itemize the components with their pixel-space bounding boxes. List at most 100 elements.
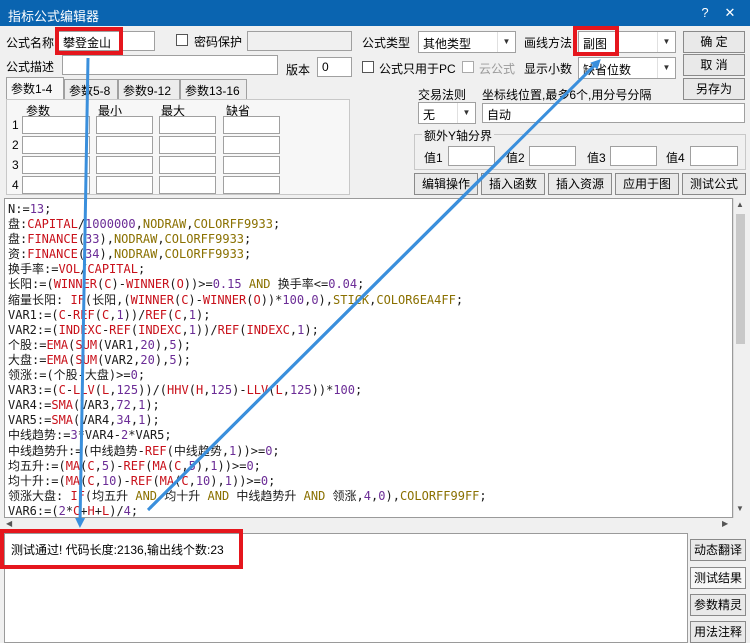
- scroll-left-icon[interactable]: ◀: [6, 519, 12, 528]
- param-row-number: 2: [12, 138, 19, 152]
- chevron-down-icon: ▼: [657, 58, 675, 78]
- close-icon[interactable]: ✕: [722, 5, 738, 21]
- tab-params-9-12[interactable]: 参数9-12: [118, 79, 180, 99]
- cloud-label: 云公式: [479, 62, 516, 76]
- highlight-formula-name: [55, 27, 123, 55]
- scroll-right-icon[interactable]: ▶: [722, 519, 728, 528]
- edit-ops-button[interactable]: 编辑操作: [414, 173, 478, 195]
- decimals-select[interactable]: 缺省位数 ▼: [578, 57, 676, 79]
- cloud-checkbox[interactable]: [462, 61, 474, 73]
- chevron-down-icon: ▼: [657, 32, 675, 52]
- pc-only-label: 公式只用于PC: [379, 62, 456, 76]
- scroll-up-icon[interactable]: ▲: [736, 200, 744, 209]
- scroll-thumb[interactable]: [736, 214, 745, 344]
- param-max-input[interactable]: [159, 176, 216, 194]
- param-name-input[interactable]: [22, 136, 90, 154]
- extra-y-input-3[interactable]: [610, 146, 657, 166]
- param-max-input[interactable]: [159, 156, 216, 174]
- code-line: 盘:FINANCE(33),NODRAW,COLORFF9933;: [8, 232, 252, 247]
- code-line: VAR4:=SMA(VAR3,72,1);: [8, 398, 160, 413]
- param-default-input[interactable]: [223, 156, 280, 174]
- param-min-input[interactable]: [96, 176, 153, 194]
- param-default-input[interactable]: [223, 176, 280, 194]
- code-line: VAR6:=(2*C+H+L)/4;: [8, 503, 139, 518]
- axis-position-label: 坐标线位置,最多6个,用分号分隔: [482, 88, 652, 102]
- param-default-input[interactable]: [223, 136, 280, 154]
- param-default-input[interactable]: [223, 116, 280, 134]
- test-result-button[interactable]: 测试结果: [690, 567, 746, 589]
- pc-only-checkbox[interactable]: [362, 61, 374, 73]
- param-name-input[interactable]: [22, 156, 90, 174]
- formula-name-label: 公式名称: [6, 36, 55, 50]
- code-editor[interactable]: N:=13; 盘:CAPITAL/1000000,NODRAW,COLORFF99…: [4, 198, 733, 518]
- title-bar: 指标公式编辑器 ? ✕: [0, 0, 750, 26]
- code-line: 换手率:=VOL/CAPITAL;: [8, 262, 146, 277]
- trade-rule-select[interactable]: 无 ▼: [418, 102, 476, 124]
- usage-notes-button[interactable]: 用法注释: [690, 621, 746, 643]
- highlight-draw-method: [573, 26, 619, 56]
- code-line: 中线趋势升:=(中线趋势-REF(中线趋势,1))>=0;: [8, 443, 280, 458]
- param-min-input[interactable]: [96, 156, 153, 174]
- test-formula-button[interactable]: 测试公式: [682, 173, 746, 195]
- password-input[interactable]: [247, 31, 352, 51]
- extra-y-label-1: 值1: [424, 151, 443, 165]
- param-row-number: 1: [12, 118, 19, 132]
- draw-method-label: 画线方法: [524, 36, 573, 50]
- code-line: VAR1:=(C-REF(C,1))/REF(C,1);: [8, 307, 211, 322]
- scroll-down-icon[interactable]: ▼: [736, 504, 744, 513]
- extra-y-input-1[interactable]: [448, 146, 495, 166]
- code-line: 大盘:=EMA(SUM(VAR2,20),5);: [8, 352, 192, 367]
- code-line: 均五升:=(MA(C,5)-REF(MA(C,5),1))>=0;: [8, 458, 261, 473]
- apply-to-chart-button[interactable]: 应用于图: [615, 173, 679, 195]
- code-line: 均十升:=(MA(C,10)-REF(MA(C,10),1))>=0;: [8, 473, 276, 488]
- tab-params-1-4[interactable]: 参数1-4: [6, 77, 64, 99]
- code-line: 缩量长阳: IF(长阳,(WINNER(C)-WINNER(O))*100,0)…: [8, 292, 464, 307]
- version-label: 版本: [286, 63, 311, 77]
- ok-button[interactable]: 确 定: [683, 31, 745, 53]
- tab-params-5-8[interactable]: 参数5-8: [64, 79, 118, 99]
- param-row-number: 3: [12, 158, 19, 172]
- code-line: 资:FINANCE(34),NODRAW,COLORFF9933;: [8, 247, 252, 262]
- formula-type-select[interactable]: 其他类型 ▼: [418, 31, 516, 53]
- code-line: 盘:CAPITAL/1000000,NODRAW,COLORFF9933;: [8, 217, 281, 232]
- param-row-number: 4: [12, 178, 19, 192]
- param-max-input[interactable]: [159, 116, 216, 134]
- param-wizard-button[interactable]: 参数精灵: [690, 594, 746, 616]
- tab-params-13-16[interactable]: 参数13-16: [180, 79, 247, 99]
- extra-y-input-4[interactable]: [690, 146, 738, 166]
- extra-y-label-3: 值3: [587, 151, 606, 165]
- code-content: N:=13; 盘:CAPITAL/1000000,NODRAW,COLORFF99…: [8, 202, 487, 518]
- dynamic-translate-button[interactable]: 动态翻译: [690, 539, 746, 561]
- password-checkbox[interactable]: [176, 34, 188, 46]
- insert-function-button[interactable]: 插入函数: [481, 173, 545, 195]
- version-input[interactable]: 0: [317, 57, 352, 77]
- decimals-value: 缺省位数: [583, 63, 632, 77]
- extra-y-label-2: 值2: [506, 151, 525, 165]
- code-line: 领涨:=(个股-大盘)>=0;: [8, 368, 146, 383]
- code-line: N:=13;: [8, 202, 52, 216]
- formula-type-value: 其他类型: [423, 37, 472, 51]
- param-max-input[interactable]: [159, 136, 216, 154]
- trade-rule-value: 无: [423, 108, 436, 122]
- trade-rule-label: 交易法则: [418, 88, 467, 102]
- extra-y-input-2[interactable]: [529, 146, 576, 166]
- insert-resource-button[interactable]: 插入资源: [548, 173, 612, 195]
- help-button[interactable]: ?: [697, 5, 713, 21]
- editor-vertical-scrollbar[interactable]: ▲ ▼: [733, 198, 746, 518]
- cancel-button[interactable]: 取 消: [683, 54, 745, 76]
- axis-position-input[interactable]: 自动: [482, 103, 745, 123]
- password-label: 密码保护: [194, 35, 243, 49]
- param-name-input[interactable]: [22, 176, 90, 194]
- decimals-label: 显示小数: [524, 62, 573, 76]
- formula-desc-input[interactable]: [62, 55, 278, 75]
- param-min-input[interactable]: [96, 116, 153, 134]
- code-line: VAR2:=(INDEXC-REF(INDEXC,1))/REF(INDEXC,…: [8, 322, 319, 337]
- chevron-down-icon: ▼: [457, 103, 475, 123]
- formula-desc-label: 公式描述: [6, 60, 55, 74]
- param-min-input[interactable]: [96, 136, 153, 154]
- save-as-button[interactable]: 另存为: [683, 78, 745, 100]
- chevron-down-icon: ▼: [497, 32, 515, 52]
- code-line: 中线趋势:=3*VAR4-2*VAR5;: [8, 428, 172, 443]
- param-name-input[interactable]: [22, 116, 90, 134]
- extra-y-label-4: 值4: [666, 151, 685, 165]
